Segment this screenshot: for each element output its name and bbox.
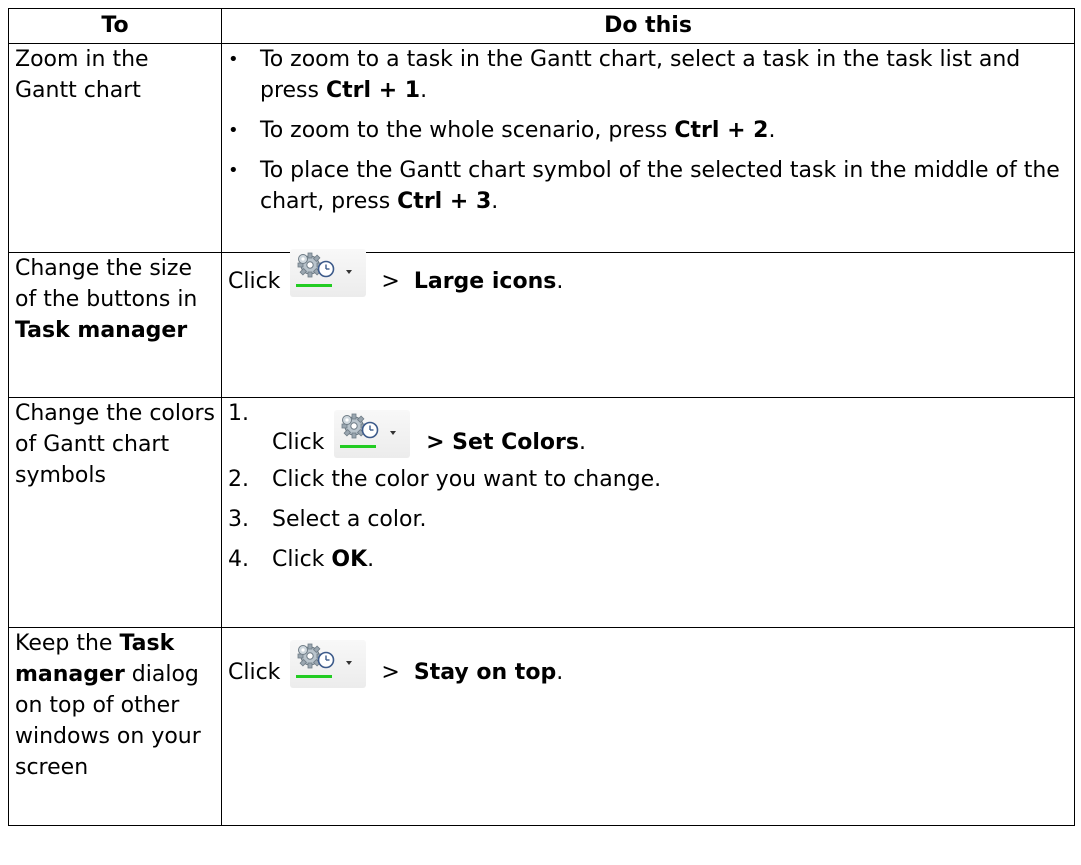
to-cell: Change the colors of Gantt chart symbols	[8, 397, 222, 628]
list-item: • To zoom to the whole scenario, press C…	[228, 115, 1068, 146]
list-item: 3. Select a color.	[228, 504, 1068, 535]
list-item: • To place the Gantt chart symbol of the…	[228, 155, 1068, 217]
shortcut-key: Ctrl + 3	[397, 189, 492, 214]
list-item: 2. Click the color you want to change.	[228, 464, 1068, 495]
step-number: 2.	[228, 467, 249, 492]
to-text: Change the colors of Gantt chart symbols	[15, 401, 215, 488]
item-text: Click	[272, 547, 332, 572]
separator: >	[374, 660, 407, 685]
list-item: 4. Click OK.	[228, 544, 1068, 575]
do-cell: Click > Large icons.	[221, 249, 1075, 398]
to-text: Change the size of the buttons in	[15, 256, 198, 312]
do-cell: • To zoom to a task in the Gantt chart, …	[221, 43, 1075, 253]
click-text: Click	[272, 430, 325, 455]
table-row: Change the colors of Gantt chart symbols…	[8, 397, 1075, 628]
to-cell: Change the size of the buttons in Task m…	[8, 252, 222, 398]
to-cell: Keep the Task manager dialog on top of o…	[8, 627, 222, 826]
to-cell: Zoom in the Gantt chart	[8, 43, 222, 253]
bullet: •	[228, 120, 239, 141]
shortcut-key: Ctrl + 2	[674, 118, 769, 143]
task-manager-options-icon[interactable]	[288, 640, 368, 688]
task-manager-options-icon[interactable]	[288, 249, 368, 297]
menu-item-stay-on-top: Stay on top	[413, 660, 557, 685]
click-text: Click	[228, 269, 281, 294]
task-manager-options-icon[interactable]	[332, 410, 412, 458]
table-row: Keep the Task manager dialog on top of o…	[8, 627, 1075, 826]
instructions-table: To Do this Zoom in the Gantt chart • To …	[8, 8, 1075, 826]
step-number: 4.	[228, 547, 249, 572]
separator: >	[374, 269, 407, 294]
table-row: Change the size of the buttons in Task m…	[8, 249, 1075, 398]
header-row: To Do this	[8, 8, 1075, 44]
header-to: To	[8, 8, 222, 44]
item-text: To zoom to the whole scenario, press	[260, 118, 675, 143]
bullet: •	[228, 160, 239, 181]
item-text: To place the Gantt chart symbol of the s…	[260, 158, 1060, 214]
to-text: Zoom in the Gantt chart	[15, 47, 149, 103]
table-row: Zoom in the Gantt chart • To zoom to a t…	[8, 43, 1075, 253]
ok-label: OK	[331, 547, 368, 572]
list-item: • To zoom to a task in the Gantt chart, …	[228, 44, 1068, 106]
do-cell: 1. Click > Set Colors. 2. Click the colo…	[221, 397, 1075, 628]
do-cell: Click > Stay on top.	[221, 627, 1075, 826]
shortcut-key: Ctrl + 1	[325, 78, 421, 103]
item-text: Select a color.	[272, 507, 427, 532]
step-number: 1.	[228, 401, 249, 426]
click-text: Click	[228, 660, 281, 685]
menu-item-large-icons: Large icons	[413, 269, 557, 294]
menu-item-set-colors: > Set Colors	[418, 430, 579, 455]
to-text: Keep the	[15, 631, 120, 656]
bullet: •	[228, 49, 239, 70]
header-do-this: Do this	[221, 8, 1075, 44]
item-text: Click the color you want to change.	[272, 467, 662, 492]
step-number: 3.	[228, 507, 249, 532]
list-item: 1. Click > Set Colors.	[228, 398, 1068, 458]
to-bold-text: Task manager	[15, 318, 188, 343]
